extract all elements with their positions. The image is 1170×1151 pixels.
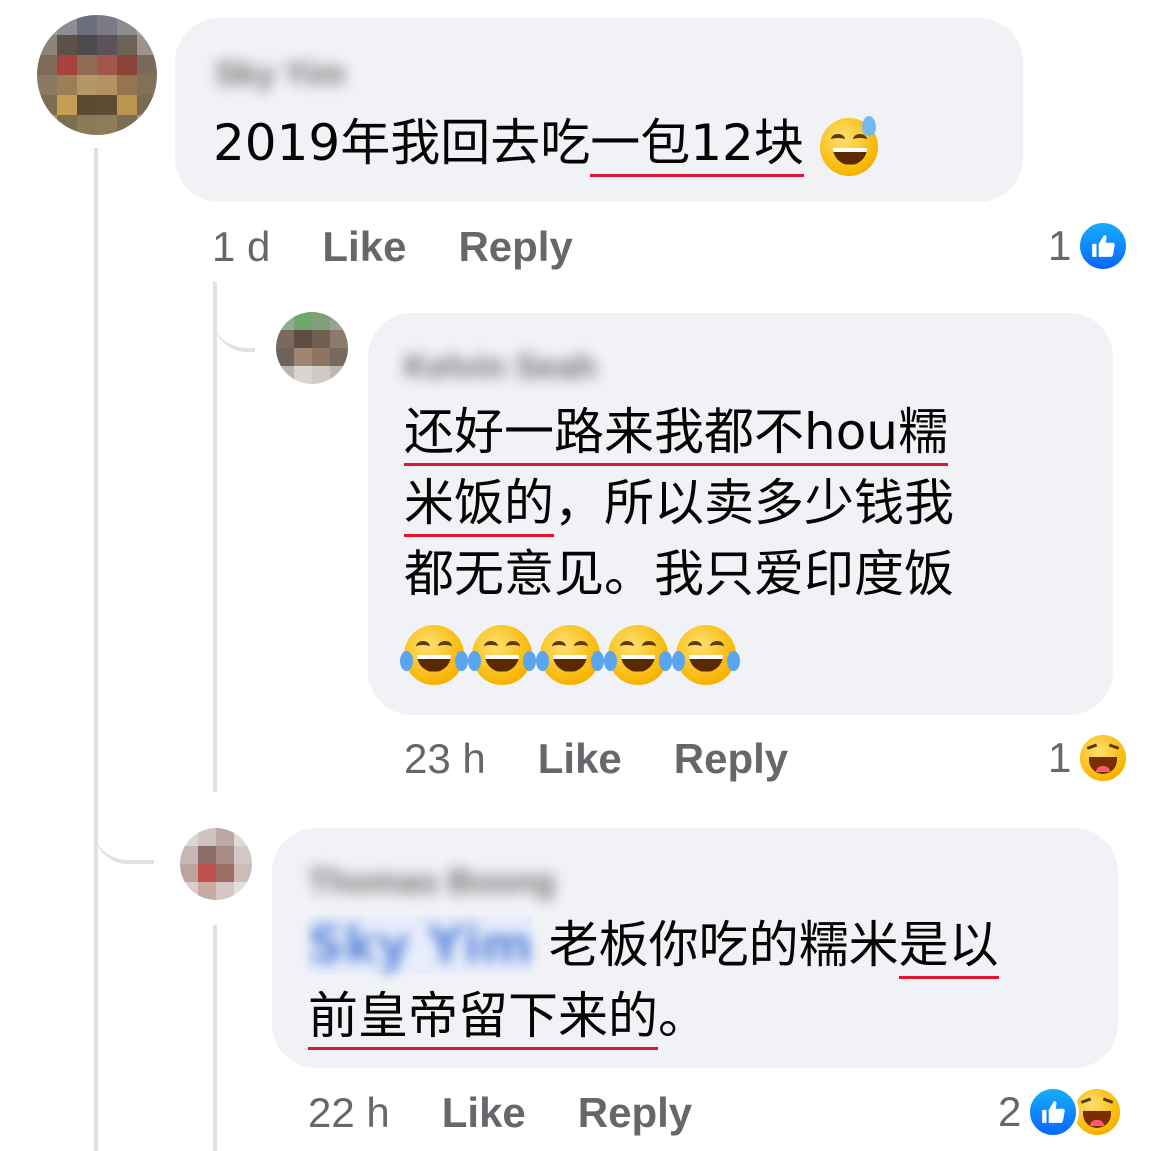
tears-of-joy-emoji-icon — [468, 624, 536, 685]
reaction-summary[interactable]: 2 — [998, 1084, 1124, 1140]
sweat-smile-emoji-icon — [819, 115, 878, 176]
thread-line-sub — [213, 282, 217, 792]
timestamp[interactable]: 23 h — [404, 735, 486, 783]
reaction-summary[interactable]: 1 — [1048, 218, 1130, 274]
like-button[interactable]: Like — [538, 735, 622, 783]
thread-line-sub-2 — [213, 925, 217, 1151]
thread-curve-reply-1 — [213, 300, 255, 352]
comment-text: 还好一路来我都不hou糯 米饭的，所以卖多少钱我 都无意见。我只爱印度饭 — [400, 397, 954, 688]
reaction-count: 1 — [1048, 222, 1072, 269]
mention-tag[interactable]: Sky Yim — [308, 916, 533, 974]
reply-button[interactable]: Reply — [458, 223, 572, 271]
comment-text: 2019年我回去吃一包12块 — [213, 108, 886, 179]
haha-reaction-icon — [1077, 732, 1130, 784]
like-button[interactable]: Like — [322, 223, 406, 271]
reaction-summary[interactable]: 1 — [1048, 730, 1130, 786]
tears-of-joy-emoji-icon — [400, 624, 468, 685]
reply-button[interactable]: Reply — [578, 1089, 692, 1137]
comment-actions: 1 d Like Reply — [212, 222, 573, 272]
emoji-row — [400, 610, 954, 688]
comment-actions: 22 h Like Reply — [308, 1088, 692, 1138]
comment-bubble[interactable]: Thomas Boong Sky Yim 老板你吃的糯米是以 前皇帝留下来的。 — [272, 828, 1118, 1068]
comment-bubble[interactable]: Kelvin Seah 还好一路来我都不hou糯 米饭的，所以卖多少钱我 都无意… — [368, 313, 1113, 715]
comment-actions: 23 h Like Reply — [404, 734, 788, 784]
thread-curve-reply-2 — [94, 780, 154, 864]
avatar[interactable] — [180, 828, 252, 900]
reaction-count: 1 — [1048, 734, 1072, 781]
comment-author[interactable]: Kelvin Seah — [404, 347, 597, 387]
comment-author[interactable]: Sky Yim — [215, 54, 345, 94]
haha-reaction-icon — [1071, 1086, 1124, 1138]
comment-bubble[interactable]: Sky Yim 2019年我回去吃一包12块 — [175, 18, 1023, 202]
thread-line-main — [94, 148, 98, 1151]
comment-author[interactable]: Thomas Boong — [308, 862, 555, 902]
reaction-count: 2 — [998, 1088, 1022, 1135]
like-button[interactable]: Like — [442, 1089, 526, 1137]
timestamp[interactable]: 22 h — [308, 1089, 390, 1137]
timestamp[interactable]: 1 d — [212, 223, 270, 271]
tears-of-joy-emoji-icon — [536, 624, 604, 685]
like-reaction-icon — [1077, 220, 1130, 272]
avatar[interactable] — [276, 312, 348, 384]
avatar[interactable] — [37, 15, 157, 135]
like-reaction-icon — [1027, 1086, 1080, 1138]
tears-of-joy-emoji-icon — [672, 624, 740, 685]
reply-button[interactable]: Reply — [674, 735, 788, 783]
comment-text: Sky Yim 老板你吃的糯米是以 前皇帝留下来的。 — [308, 910, 999, 1052]
tears-of-joy-emoji-icon — [604, 624, 672, 685]
